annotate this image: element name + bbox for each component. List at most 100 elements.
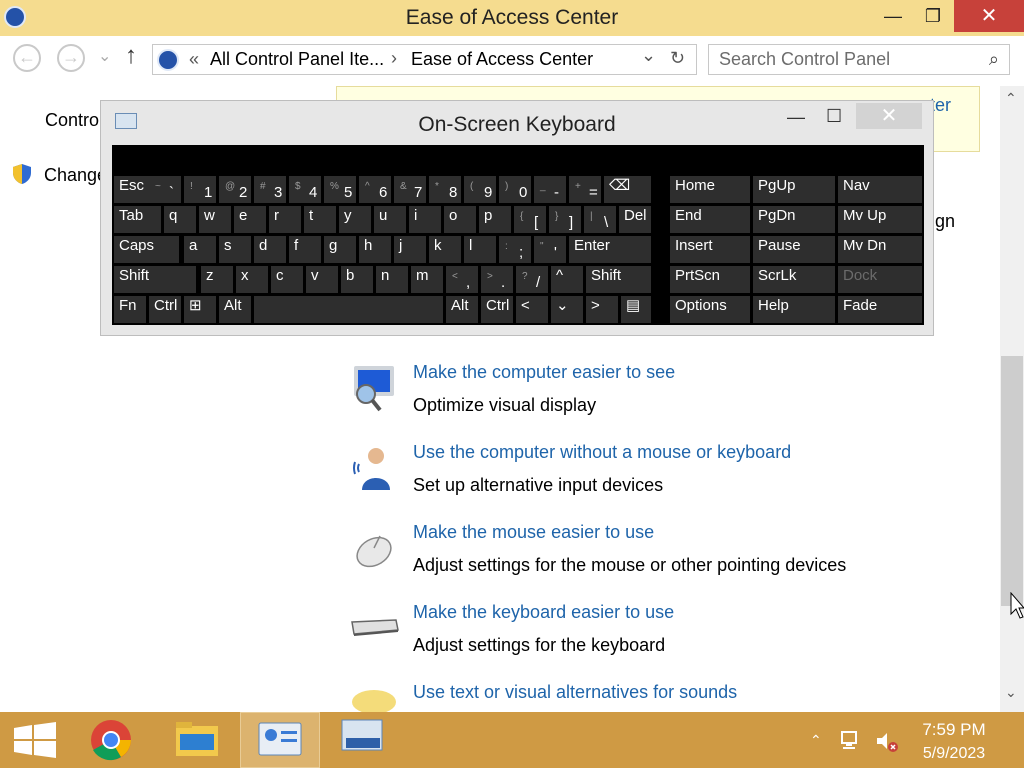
key-row2-8[interactable]: i bbox=[409, 206, 441, 233]
key-row2-7[interactable]: u bbox=[374, 206, 406, 233]
key-row3-10[interactable]: :; bbox=[499, 236, 531, 263]
key-row3-8[interactable]: k bbox=[429, 236, 461, 263]
key-row5-1[interactable]: Ctrl bbox=[149, 296, 181, 323]
forward-button[interactable]: → bbox=[57, 44, 85, 72]
adjust-keyboard-settings-link[interactable]: Adjust settings for the keyboard bbox=[413, 635, 665, 656]
key-row3-7[interactable]: j bbox=[394, 236, 426, 263]
key-row1-9[interactable]: * 8 bbox=[429, 176, 461, 203]
adjust-mouse-settings-link[interactable]: Adjust settings for the mouse or other p… bbox=[413, 555, 846, 576]
key-row4-4[interactable]: v bbox=[306, 266, 338, 293]
nav-key-help[interactable]: Help bbox=[753, 296, 835, 323]
key-row2-10[interactable]: p bbox=[479, 206, 511, 233]
address-dropdown-icon[interactable]: ⌄ bbox=[641, 45, 656, 66]
text-alternatives-for-sounds-link[interactable]: Use text or visual alternatives for soun… bbox=[413, 682, 737, 703]
left-pane-change-settings[interactable]: Change bbox=[44, 165, 107, 186]
key-row1-6[interactable]: % 5 bbox=[324, 176, 356, 203]
breadcrumb-all-items[interactable]: All Control Panel Ite... bbox=[210, 49, 384, 70]
nav-key-insert[interactable]: Insert bbox=[670, 236, 750, 263]
key-row4-5[interactable]: b bbox=[341, 266, 373, 293]
key-row3-12[interactable]: Enter bbox=[569, 236, 651, 263]
nav-key-home[interactable]: Home bbox=[670, 176, 750, 203]
key-row3-9[interactable]: l bbox=[464, 236, 496, 263]
key-row1-5[interactable]: $4 bbox=[289, 176, 321, 203]
key-row2-3[interactable]: e bbox=[234, 206, 266, 233]
optimize-visual-display-link[interactable]: Optimize visual display bbox=[413, 395, 596, 416]
key-row5-6[interactable]: Ctrl bbox=[481, 296, 513, 323]
volume-muted-icon[interactable] bbox=[874, 730, 900, 754]
key-row4-6[interactable]: n bbox=[376, 266, 408, 293]
key-row2-6[interactable]: y bbox=[339, 206, 371, 233]
key-row3-1[interactable]: a bbox=[184, 236, 216, 263]
nav-key-dock[interactable]: Dock bbox=[838, 266, 922, 293]
key-row1-10[interactable]: (9 bbox=[464, 176, 496, 203]
on-screen-keyboard-taskbar-button[interactable] bbox=[326, 712, 404, 768]
key-row5-2[interactable]: ⊞ bbox=[184, 296, 216, 323]
nav-key-pgup[interactable]: PgUp bbox=[753, 176, 835, 203]
scrollbar-thumb[interactable] bbox=[1001, 356, 1023, 606]
key-row4-2[interactable]: x bbox=[236, 266, 268, 293]
key-row2-2[interactable]: w bbox=[199, 206, 231, 233]
alternative-input-devices-link[interactable]: Set up alternative input devices bbox=[413, 475, 663, 496]
scroll-up-icon[interactable]: ⌃ bbox=[1005, 90, 1017, 107]
nav-key-mv-up[interactable]: Mv Up bbox=[838, 206, 922, 233]
network-icon[interactable] bbox=[840, 730, 864, 752]
nav-key-prtscn[interactable]: PrtScn bbox=[670, 266, 750, 293]
file-explorer-taskbar-button[interactable] bbox=[158, 712, 236, 768]
key-row5-4[interactable] bbox=[254, 296, 443, 323]
key-row4-12[interactable]: Shift bbox=[586, 266, 651, 293]
control-panel-taskbar-button[interactable] bbox=[240, 712, 320, 768]
start-button[interactable] bbox=[0, 712, 70, 768]
scroll-down-icon[interactable]: ⌄ bbox=[1005, 684, 1017, 701]
up-button[interactable]: ↑ bbox=[125, 42, 137, 70]
key-row2-5[interactable]: t bbox=[304, 206, 336, 233]
key-row4-7[interactable]: m bbox=[411, 266, 443, 293]
key-row4-11[interactable]: ^ bbox=[551, 266, 583, 293]
maximize-button[interactable]: ❐ bbox=[910, 0, 956, 32]
left-pane-control-panel-home[interactable]: Contro bbox=[45, 110, 99, 131]
search-icon[interactable]: ⌕ bbox=[989, 45, 999, 74]
recent-locations-icon[interactable]: ⌄ bbox=[98, 46, 111, 66]
back-button[interactable]: ← bbox=[13, 44, 41, 72]
key-row5-5[interactable]: Alt bbox=[446, 296, 478, 323]
key-row4-3[interactable]: c bbox=[271, 266, 303, 293]
breadcrumb-overflow[interactable]: « bbox=[189, 49, 199, 70]
key-row2-0[interactable]: Tab bbox=[114, 206, 161, 233]
chrome-taskbar-button[interactable] bbox=[72, 712, 150, 768]
nav-key-end[interactable]: End bbox=[670, 206, 750, 233]
close-button[interactable]: ✕ bbox=[954, 0, 1024, 32]
key-row1-8[interactable]: & 7 bbox=[394, 176, 426, 203]
nav-key-scrlk[interactable]: ScrLk bbox=[753, 266, 835, 293]
nav-key-options[interactable]: Options bbox=[670, 296, 750, 323]
key-row3-6[interactable]: h bbox=[359, 236, 391, 263]
key-row5-7[interactable]: < bbox=[516, 296, 548, 323]
show-hidden-icons-button[interactable]: ⌃ bbox=[810, 732, 822, 749]
key-row1-1[interactable]: ~ ` bbox=[149, 176, 181, 203]
make-computer-easier-to-see-link[interactable]: Make the computer easier to see bbox=[413, 362, 675, 383]
key-row4-10[interactable]: ? / bbox=[516, 266, 548, 293]
key-row3-11[interactable]: " ' bbox=[534, 236, 566, 263]
key-row4-0[interactable]: Shift bbox=[114, 266, 196, 293]
key-row3-2[interactable]: s bbox=[219, 236, 251, 263]
key-row1-4[interactable]: #3 bbox=[254, 176, 286, 203]
key-row5-0[interactable]: Fn bbox=[114, 296, 146, 323]
key-row1-11[interactable]: ) 0 bbox=[499, 176, 531, 203]
search-input[interactable]: Search Control Panel ⌕ bbox=[708, 44, 1010, 75]
key-row5-9[interactable]: > bbox=[586, 296, 618, 323]
nav-key-mv-dn[interactable]: Mv Dn bbox=[838, 236, 922, 263]
nav-key-nav[interactable]: Nav bbox=[838, 176, 922, 203]
key-row4-1[interactable]: z bbox=[201, 266, 233, 293]
key-row1-14[interactable]: ⌫ bbox=[604, 176, 651, 203]
make-keyboard-easier-link[interactable]: Make the keyboard easier to use bbox=[413, 602, 674, 623]
key-row2-1[interactable]: q bbox=[164, 206, 196, 233]
key-row2-13[interactable]: | \ bbox=[584, 206, 616, 233]
clock-time[interactable]: 7:59 PM bbox=[914, 720, 994, 740]
key-row3-0[interactable]: Caps bbox=[114, 236, 179, 263]
key-row5-8[interactable]: ⌄ bbox=[551, 296, 583, 323]
key-row5-10[interactable]: ▤ bbox=[621, 296, 651, 323]
osk-maximize-button[interactable]: ☐ bbox=[826, 106, 842, 127]
key-row3-5[interactable]: g bbox=[324, 236, 356, 263]
use-without-mouse-or-keyboard-link[interactable]: Use the computer without a mouse or keyb… bbox=[413, 442, 791, 463]
key-row5-3[interactable]: Alt bbox=[219, 296, 251, 323]
key-row2-14[interactable]: Del bbox=[619, 206, 651, 233]
key-row1-2[interactable]: ! 1 bbox=[184, 176, 216, 203]
